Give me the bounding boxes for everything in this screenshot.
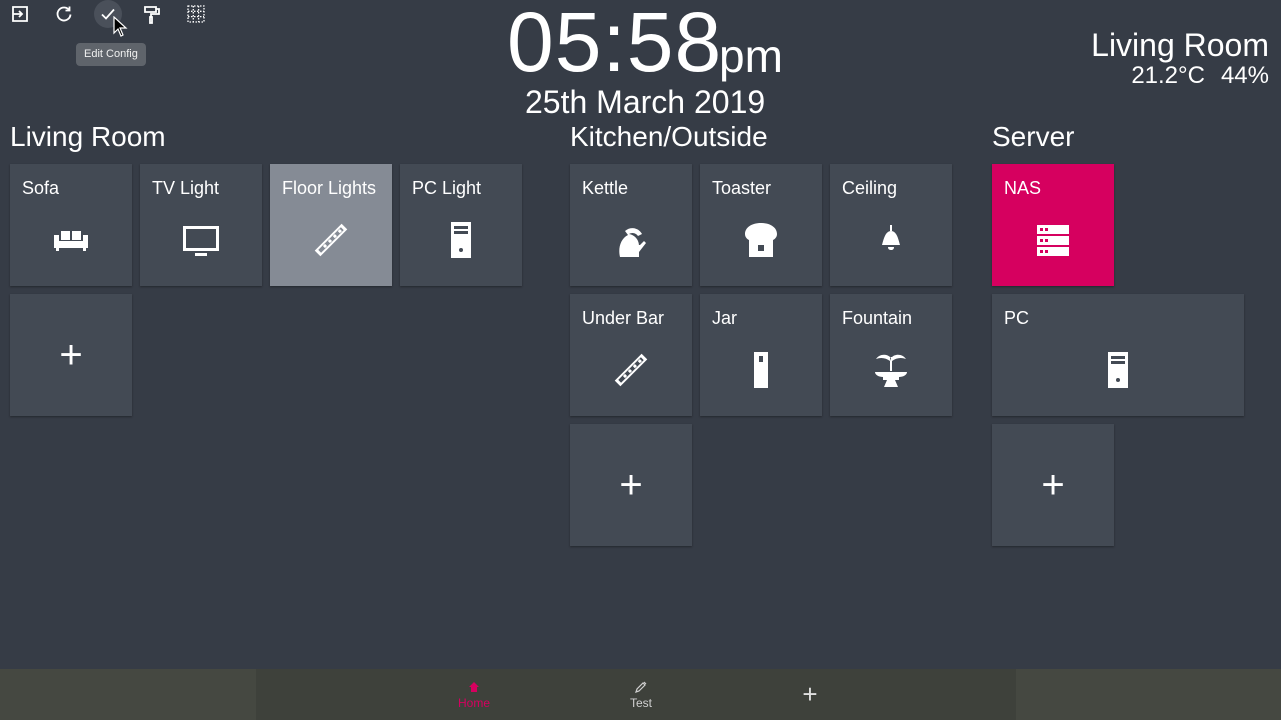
nav-tab-test[interactable]: Test [596, 669, 686, 720]
tile-label: PC Light [412, 178, 482, 198]
tile-tv-light[interactable]: TV Light [140, 164, 262, 286]
tv-icon [178, 217, 224, 263]
clock-date: 25th March 2019 [525, 84, 766, 120]
tile-pc[interactable]: PC [992, 294, 1244, 416]
tile-label: PC [1004, 308, 1030, 328]
tile-ceiling[interactable]: Ceiling [830, 164, 952, 286]
toolbar: Edit Config [0, 0, 220, 66]
group-title-living-room: Living Room [10, 121, 166, 152]
room-humidity: 44% [1220, 62, 1269, 89]
add-icon: + [619, 463, 643, 507]
add-tab-button[interactable]: + [765, 669, 855, 720]
refresh-icon[interactable] [50, 0, 78, 28]
tile-toaster[interactable]: Toaster [700, 164, 822, 286]
ceiling-light-icon [868, 217, 914, 263]
tile-under-bar[interactable]: Under Bar [570, 294, 692, 416]
tile-fountain[interactable]: Fountain [830, 294, 952, 416]
desktop-tower-icon [438, 217, 484, 263]
tile-label: TV Light [152, 178, 220, 198]
group-title-server: Server [992, 121, 1075, 152]
led-strip-icon [308, 217, 354, 263]
tile-label: Kettle [582, 178, 629, 198]
nav-tab-label: Test [629, 695, 652, 710]
room-temperature: 21.2°C [1131, 62, 1205, 89]
clock-time: 05:58 [507, 0, 723, 89]
paint-roller-icon[interactable] [138, 0, 166, 28]
sofa-icon [48, 217, 94, 263]
bottom-nav: Home Test + [0, 669, 1281, 720]
tile-floor-lights[interactable]: Floor Lights [270, 164, 392, 286]
add-tile-button[interactable]: + [992, 424, 1114, 546]
group-title-kitchen-outside: Kitchen/Outside [570, 121, 768, 152]
add-tile-button[interactable]: + [10, 294, 132, 416]
kettle-icon [608, 217, 654, 263]
exit-icon[interactable] [6, 0, 34, 28]
add-icon: + [59, 333, 83, 377]
tile-jar[interactable]: Jar [700, 294, 822, 416]
tile-label: Sofa [22, 178, 60, 198]
tile-label: Fountain [842, 308, 913, 328]
room-info: Living Room 21.2°C 44% [1091, 28, 1269, 90]
room-name: Living Room [1091, 27, 1269, 63]
tile-label: Jar [712, 308, 738, 328]
desktop-tower-icon [1095, 347, 1141, 393]
edit-config-tooltip: Edit Config [76, 43, 146, 66]
clock-ampm: pm [719, 30, 783, 82]
tile-label: Under Bar [582, 308, 665, 328]
tile-sofa[interactable]: Sofa [10, 164, 132, 286]
grid-icon[interactable] [182, 0, 210, 28]
room-stats: 21.2°C 44% [1091, 62, 1269, 90]
led-strip-icon [608, 347, 654, 393]
tile-label: Ceiling [842, 178, 898, 198]
server-icon [1030, 217, 1076, 263]
nav-tab-home[interactable]: Home [429, 669, 519, 720]
pencil-icon [635, 681, 647, 693]
mouse-cursor-icon [113, 16, 128, 37]
home-icon [469, 681, 479, 692]
tile-label: Toaster [712, 178, 772, 198]
tile-label: NAS [1004, 178, 1042, 198]
jar-icon [738, 347, 784, 393]
fountain-icon [868, 347, 914, 393]
toaster-icon [738, 217, 784, 263]
tile-nas[interactable]: NAS [992, 164, 1114, 286]
tile-label: Floor Lights [282, 178, 377, 198]
nav-tab-label: Home [457, 695, 490, 710]
add-icon: + [1041, 463, 1065, 507]
tile-kettle[interactable]: Kettle [570, 164, 692, 286]
clock: 05:58 pm 25th March 2019 [0, 0, 1281, 120]
tile-pc-light[interactable]: PC Light [400, 164, 522, 286]
add-tile-button[interactable]: + [570, 424, 692, 546]
